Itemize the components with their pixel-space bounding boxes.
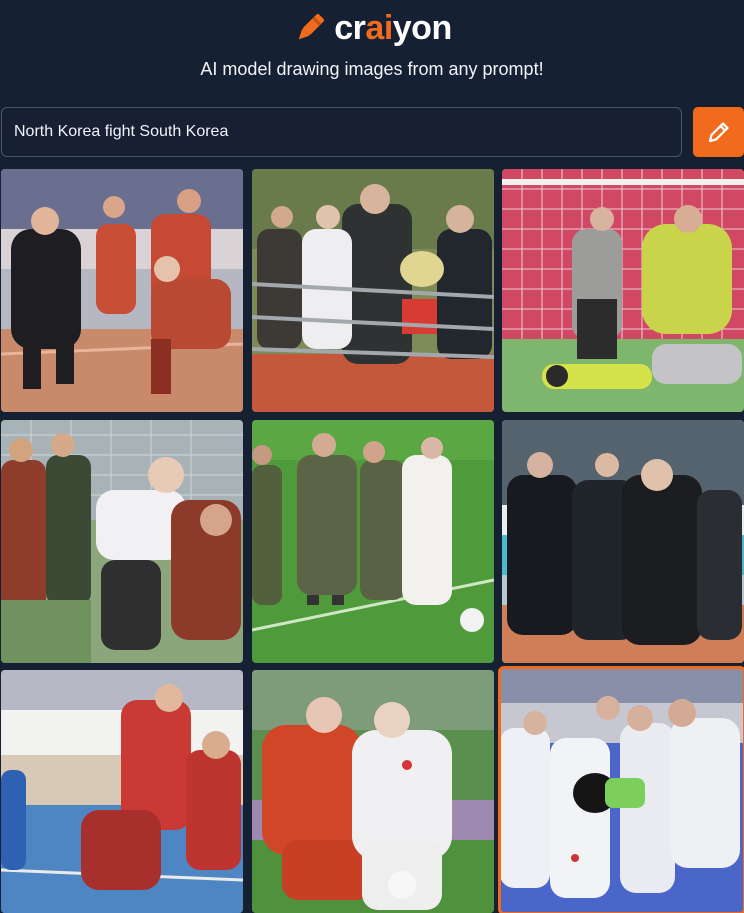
result-image-5[interactable] <box>252 420 494 663</box>
result-image-8[interactable] <box>252 670 494 913</box>
result-image-4[interactable] <box>1 420 243 663</box>
result-image-1[interactable] <box>1 169 243 412</box>
result-image-7[interactable] <box>1 670 243 913</box>
result-image-2[interactable] <box>252 169 494 412</box>
draw-button[interactable] <box>693 107 744 157</box>
crayon-icon <box>298 13 325 40</box>
logo[interactable]: craiyon <box>0 8 744 48</box>
prompt-input[interactable] <box>1 107 682 157</box>
pencil-icon <box>708 122 729 143</box>
result-image-6[interactable] <box>502 420 744 663</box>
result-image-3[interactable] <box>502 169 744 412</box>
tagline: AI model drawing images from any prompt! <box>200 59 544 79</box>
result-image-9[interactable] <box>498 666 744 913</box>
logo-text: craiyon <box>334 8 452 47</box>
craiyon-page: craiyon AI model drawing images from any… <box>0 0 744 913</box>
